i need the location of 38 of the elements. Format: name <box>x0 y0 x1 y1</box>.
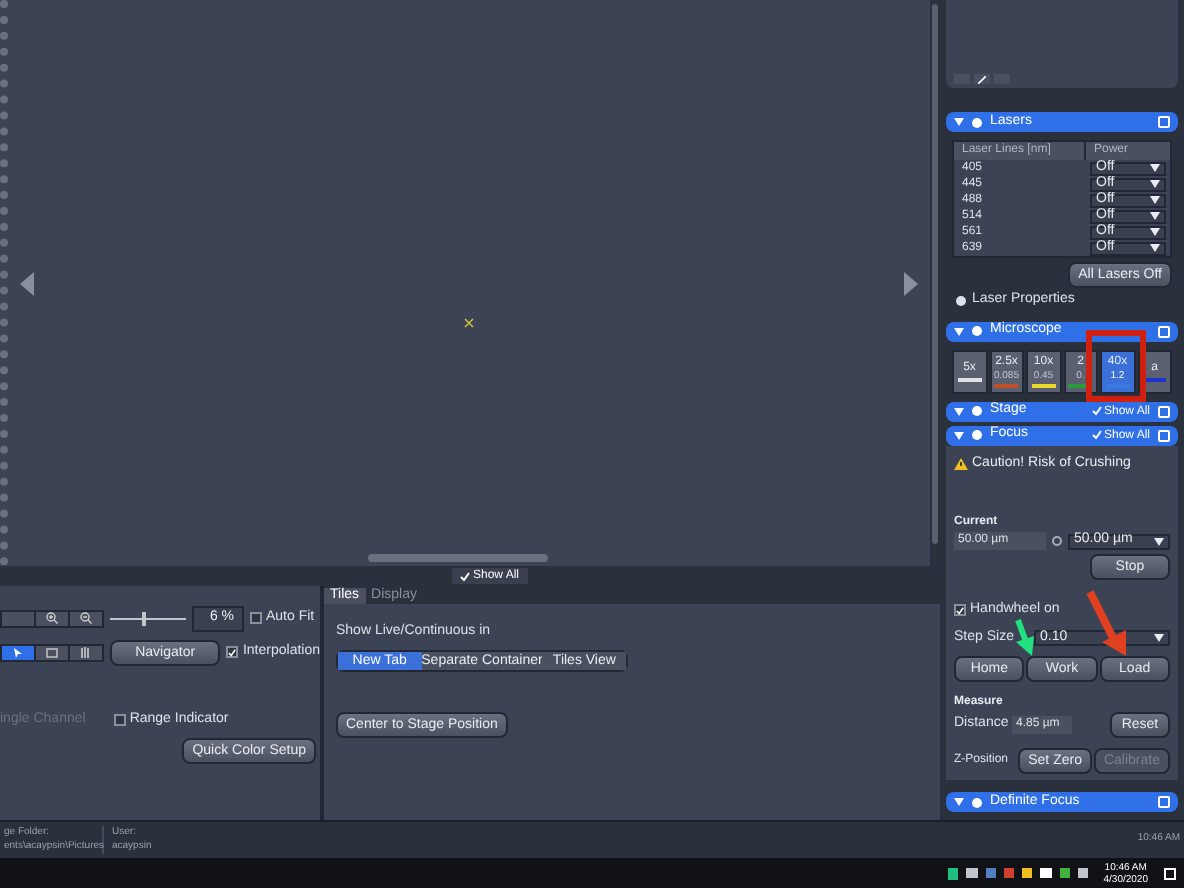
dropdown-icon <box>1154 537 1164 545</box>
check-icon <box>460 571 471 581</box>
zoom-out-icon[interactable] <box>80 612 92 625</box>
notification-icon[interactable] <box>1164 867 1176 879</box>
collapse-icon <box>954 431 964 439</box>
checkbox[interactable] <box>226 646 239 658</box>
undock-icon[interactable] <box>1158 116 1170 128</box>
collapse-icon <box>954 118 964 126</box>
collapse-icon <box>954 407 964 415</box>
collapse-icon <box>954 327 964 335</box>
zoom-slider[interactable] <box>110 611 186 626</box>
dropdown-icon <box>1154 633 1164 642</box>
highlight-frame <box>1086 330 1146 402</box>
zoom-in-icon[interactable] <box>46 612 58 625</box>
go-icon[interactable] <box>1052 536 1062 546</box>
pointer-arrow <box>1084 588 1132 660</box>
collapse-icon <box>954 798 964 806</box>
vertical-scrollbar[interactable] <box>930 0 940 566</box>
zoom-region-icon[interactable] <box>45 647 58 657</box>
expand-icon[interactable] <box>956 295 966 306</box>
pointer-icon[interactable] <box>13 647 22 657</box>
horizontal-scrollbar[interactable] <box>368 554 548 562</box>
tray-chat-icon[interactable] <box>965 868 978 878</box>
tray-app-icon[interactable] <box>947 867 958 879</box>
undock-icon[interactable] <box>1158 796 1170 808</box>
checkbox[interactable] <box>113 713 126 726</box>
crosshair-icon <box>464 318 474 328</box>
pointer-arrow <box>1014 618 1036 658</box>
warning-icon <box>954 457 968 470</box>
slider-thumb[interactable] <box>142 611 147 626</box>
check-icon <box>1091 406 1102 416</box>
checkbox[interactable] <box>250 612 262 625</box>
undock-icon[interactable] <box>1158 325 1170 337</box>
pencil-icon[interactable] <box>978 75 986 83</box>
scroll-left-icon[interactable] <box>20 271 34 295</box>
checkbox[interactable] <box>954 604 966 617</box>
volume-icon[interactable] <box>1077 868 1088 878</box>
check-icon <box>1091 430 1102 440</box>
